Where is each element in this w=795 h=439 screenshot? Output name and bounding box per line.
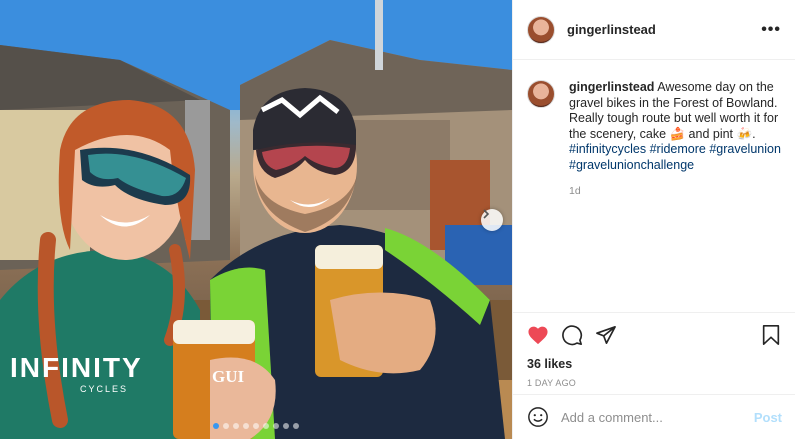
caption: gingerlinstead Awesome day on the gravel…: [513, 60, 795, 200]
post-timestamp: 1 DAY AGO: [527, 378, 576, 388]
glass-text: GUI: [212, 367, 245, 386]
carousel-indicator: [0, 423, 512, 429]
photo-illustration: INFINITY CYCLES GUI: [0, 0, 512, 439]
carousel-dot: [263, 423, 269, 429]
carousel-dot: [213, 423, 219, 429]
post-header: gingerlinstead •••: [513, 0, 795, 60]
comment-icon: [562, 325, 583, 346]
save-button[interactable]: [758, 322, 784, 348]
post-sidebar: gingerlinstead ••• gingerlinstead Awesom…: [512, 0, 795, 439]
caption-hashtags: #infinitycycles #ridemore #gravelunion #…: [569, 142, 781, 172]
jersey-subtext: CYCLES: [80, 384, 128, 394]
jersey-text: INFINITY: [10, 352, 143, 383]
carousel-dot: [253, 423, 259, 429]
post-photo[interactable]: INFINITY CYCLES GUI: [0, 0, 512, 439]
like-button[interactable]: [525, 322, 551, 348]
carousel-dot: [283, 423, 289, 429]
chevron-right-icon: [483, 209, 490, 219]
caption-body: gingerlinstead Awesome day on the gravel…: [569, 80, 781, 200]
avatar[interactable]: [527, 15, 555, 44]
action-bar: [513, 313, 795, 357]
post-comment-button[interactable]: Post: [754, 410, 782, 425]
caption-age: 1d: [569, 185, 581, 197]
comment-bar: Post: [513, 394, 795, 439]
emoji-icon[interactable]: [527, 406, 549, 428]
carousel-dot: [243, 423, 249, 429]
caption-username[interactable]: gingerlinstead: [569, 80, 654, 94]
carousel-dot: [293, 423, 299, 429]
carousel-next-button[interactable]: [481, 209, 503, 231]
likes-count[interactable]: 36 likes: [513, 357, 795, 371]
more-options-icon[interactable]: •••: [761, 21, 781, 39]
paper-plane-icon: [596, 326, 616, 344]
carousel-dot: [223, 423, 229, 429]
comment-button[interactable]: [559, 322, 585, 348]
heart-icon: [528, 326, 548, 345]
header-username[interactable]: gingerlinstead: [567, 22, 656, 37]
bookmark-icon: [762, 325, 780, 345]
carousel-dot: [233, 423, 239, 429]
carousel-dot: [273, 423, 279, 429]
post-actions-section: 36 likes 1 DAY AGO: [513, 312, 795, 388]
comment-input[interactable]: [561, 409, 754, 425]
share-button[interactable]: [593, 322, 619, 348]
caption-avatar[interactable]: [527, 80, 555, 108]
hashtags-link[interactable]: #infinitycycles #ridemore #gravelunion #…: [569, 142, 781, 172]
